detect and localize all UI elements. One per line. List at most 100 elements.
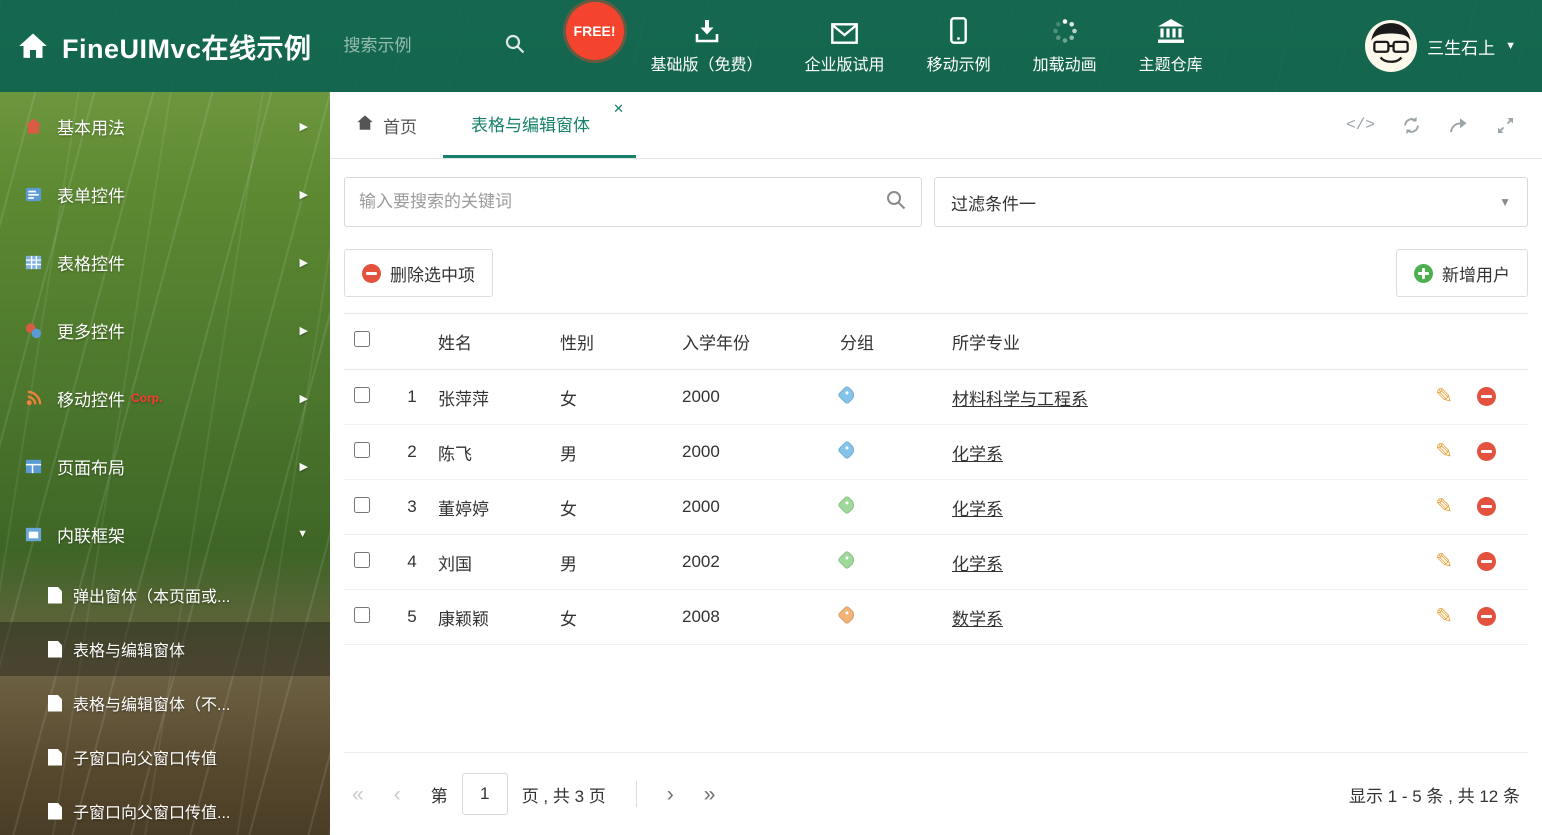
header-nav-label: 加载动画 [1032,57,1097,74]
pagination-bar: « ‹ 第 页 , 共 3 页 › » 显示 1 - 5 条 , 共 12 条 [344,752,1528,821]
tab-grid-edit-window[interactable]: 表格与编辑窗体 ✕ [443,92,636,158]
brand[interactable]: FineUIMvc在线示例 [0,27,312,66]
sidebar-subitem-child-to-parent-2[interactable]: 子窗口向父窗口传值... [0,784,330,835]
header-nav-enterprise-trial[interactable]: 企业版试用 [805,17,885,75]
avatar [1365,20,1418,72]
user-menu[interactable]: 三生石上 ▼ [1365,20,1542,72]
delete-row-icon[interactable] [1477,497,1496,516]
first-page-button[interactable]: « [352,784,364,805]
cell-year: 2000 [682,369,840,425]
row-checkbox[interactable] [354,551,370,568]
add-user-button[interactable]: 新增用户 [1396,249,1528,297]
major-link[interactable]: 化学系 [952,555,1003,574]
home-icon [22,117,44,136]
last-page-button[interactable]: » [704,784,716,805]
column-actions [1410,313,1528,370]
sidebar-item-form-controls[interactable]: 表单控件 ▶ [0,160,330,228]
envelope-icon [831,17,858,44]
row-index: 4 [386,534,438,590]
header-search [343,33,526,60]
content-area: 过滤条件一 ▼ 删除选中项 新增用户 姓名 性别 [330,159,1542,835]
sidebar-item-iframe[interactable]: 内联框架 ▼ [0,500,330,568]
app-header: FineUIMvc在线示例 FREE! 基础版（免费） 企业版试用 移动示例 [0,0,1542,92]
share-icon[interactable] [1448,115,1469,136]
edit-icon[interactable]: ✎ [1435,496,1453,517]
edit-icon[interactable]: ✎ [1435,441,1453,462]
header-nav-mobile-demo[interactable]: 移动示例 [927,17,991,75]
major-link[interactable]: 材料科学与工程系 [952,390,1088,409]
header-search-input[interactable] [343,36,494,56]
row-checkbox[interactable] [354,386,370,403]
file-icon [48,748,62,766]
keyword-search-box [344,177,922,227]
select-all-checkbox[interactable] [354,331,370,347]
tag-icon [837,495,857,515]
sidebar-item-mobile-controls[interactable]: 移动控件 Corp. ▶ [0,364,330,432]
expand-icon[interactable] [1495,115,1516,136]
grid-header-row: 姓名 性别 入学年份 分组 所学专业 [344,313,1528,370]
keyword-search-input[interactable] [359,192,877,212]
chevron-down-icon: ▼ [297,528,308,540]
sidebar-item-page-layout[interactable]: 页面布局 ▶ [0,432,330,500]
refresh-icon[interactable] [1401,115,1422,136]
sidebar-item-basic-usage[interactable]: 基本用法 ▶ [0,92,330,160]
chevron-down-icon: ▼ [1505,40,1516,52]
file-icon [48,640,62,658]
header-nav-label: 主题仓库 [1138,57,1203,74]
table-row: 1 张萍萍 女 2000 材料科学与工程系 ✎ [344,369,1528,425]
column-gender: 性别 [560,313,682,370]
row-index: 1 [386,369,438,425]
delete-row-icon[interactable] [1477,607,1496,626]
mobile-icon [22,389,44,408]
close-icon[interactable]: ✕ [613,101,624,117]
sidebar-item-more-controls[interactable]: 更多控件 ▶ [0,296,330,364]
next-page-button[interactable]: › [667,784,674,805]
delete-row-icon[interactable] [1477,442,1496,461]
search-icon[interactable] [504,33,526,60]
header-nav-theme-store[interactable]: 主题仓库 [1139,17,1203,75]
edit-icon[interactable]: ✎ [1435,386,1453,407]
cell-gender: 女 [560,589,682,645]
spinner-icon [1052,17,1078,44]
page-number-input[interactable] [461,773,508,815]
tab-bar: 首页 表格与编辑窗体 ✕ </> [330,92,1542,159]
cell-name: 董婷婷 [438,479,560,535]
sidebar-item-grid-controls[interactable]: 表格控件 ▶ [0,228,330,296]
table-row: 5 康颖颖 女 2008 数学系 ✎ [344,589,1528,645]
tab-home[interactable]: 首页 [330,92,443,158]
column-group: 分组 [840,313,952,370]
file-icon [48,586,62,604]
prev-page-button[interactable]: ‹ [394,784,401,805]
sidebar-subitem-grid-edit-window-2[interactable]: 表格与编辑窗体（不... [0,676,330,730]
cell-gender: 男 [560,424,682,480]
tab-tools: </> [1346,92,1542,158]
major-link[interactable]: 化学系 [952,445,1003,464]
data-grid: 姓名 性别 入学年份 分组 所学专业 1 张萍萍 女 2000 材料科学与工程系 [344,313,1528,645]
row-checkbox[interactable] [354,496,370,513]
cell-name: 张萍萍 [438,369,560,425]
major-link[interactable]: 化学系 [952,500,1003,519]
row-checkbox[interactable] [354,606,370,623]
sidebar-subitem-child-to-parent[interactable]: 子窗口向父窗口传值 [0,730,330,784]
search-icon[interactable] [885,189,907,216]
table-icon [22,253,44,272]
tag-icon [837,440,857,460]
delete-row-icon[interactable] [1477,552,1496,571]
row-index: 3 [386,479,438,535]
header-nav-basic-free[interactable]: 基础版（免费） [651,17,763,75]
delete-selected-button[interactable]: 删除选中项 [344,249,493,297]
minus-circle-icon [362,263,381,283]
edit-icon[interactable]: ✎ [1435,551,1453,572]
sidebar-subitem-grid-edit-window[interactable]: 表格与编辑窗体 [0,622,330,676]
header-nav-loading-animation[interactable]: 加载动画 [1033,17,1097,75]
filter-dropdown[interactable]: 过滤条件一 ▼ [934,177,1528,227]
edit-icon[interactable]: ✎ [1435,606,1453,627]
cell-name: 陈飞 [438,424,560,480]
source-code-icon[interactable]: </> [1346,116,1375,134]
sidebar-subitem-popup-window[interactable]: 弹出窗体（本页面或... [0,568,330,622]
row-checkbox[interactable] [354,441,370,458]
column-major: 所学专业 [952,313,1410,370]
major-link[interactable]: 数学系 [952,610,1003,629]
filter-row: 过滤条件一 ▼ [344,177,1528,227]
delete-row-icon[interactable] [1477,387,1496,406]
